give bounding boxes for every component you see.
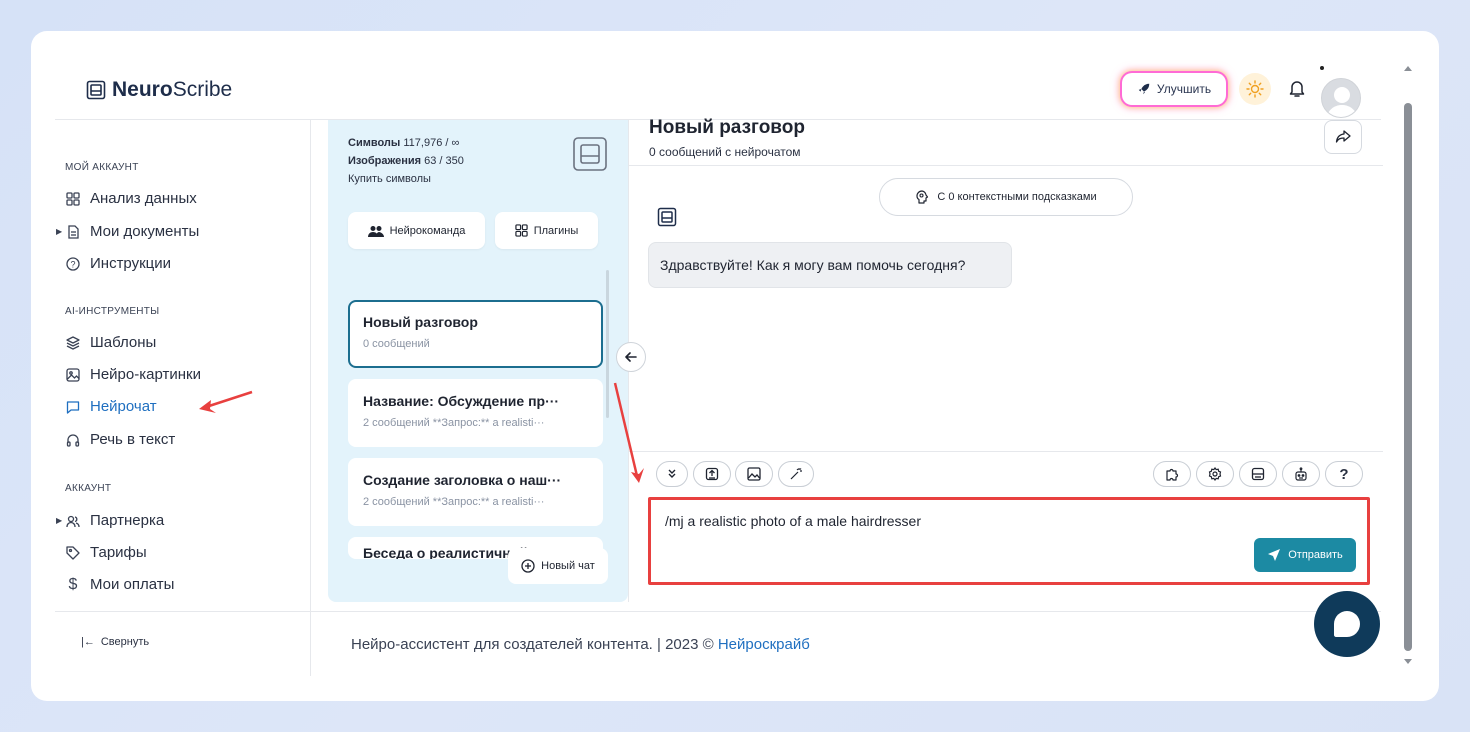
collapse-label: Свернуть <box>100 636 150 648</box>
plugins-label: Плагины <box>533 224 579 237</box>
chat-item-sub: 2 сообщений **Запрос:** a realisti··· <box>363 496 545 508</box>
send-icon <box>1268 549 1281 561</box>
rocket-icon <box>1138 83 1150 95</box>
buy-symbols-link[interactable]: Купить символы <box>348 170 464 188</box>
chat-title: Новый разговор <box>649 117 805 138</box>
chat-list-scrollbar[interactable] <box>606 270 609 418</box>
context-hints-label: С 0 контекстными подсказками <box>937 191 1097 203</box>
team-icon <box>367 225 384 237</box>
collapse-icon: |← <box>81 636 95 648</box>
avatar[interactable] <box>1321 78 1361 118</box>
chat-list-item[interactable]: Создание заголовка о наш··· 2 сообщений … <box>348 458 603 526</box>
footer-text: Нейро-ассистент для создателей контента.… <box>351 636 810 653</box>
puzzle-icon <box>1166 468 1179 481</box>
chat-item-sub: 0 сообщений <box>363 338 430 350</box>
new-chat-label: Новый чат <box>541 560 595 572</box>
footer-link[interactable]: Нейроскрайб <box>718 636 810 653</box>
chat-subtitle: 0 сообщений с нейрочатом <box>649 145 801 159</box>
image-button[interactable] <box>735 461 773 487</box>
brand-bold: Neuro <box>112 78 173 101</box>
usage-stats: Символы 117,976 / ∞ Изображения 63 / 350… <box>348 134 464 188</box>
magic-wand-button[interactable] <box>778 461 814 487</box>
message-input[interactable]: /mj a realistic photo of a male hairdres… <box>665 513 921 529</box>
scroll-down-button[interactable] <box>656 461 688 487</box>
layout-icon <box>1251 467 1265 481</box>
chat-list-panel: Символы 117,976 / ∞ Изображения 63 / 350… <box>328 120 628 602</box>
layout-button[interactable] <box>1239 461 1277 487</box>
arrow-left-icon <box>625 352 637 362</box>
scroll-up-arrow[interactable] <box>1404 66 1412 71</box>
robot-icon <box>1295 467 1307 481</box>
plugins-grid-icon <box>515 224 528 237</box>
assistant-message: Здравствуйте! Как я могу вам помочь сего… <box>648 242 1012 288</box>
sidebar <box>55 120 311 676</box>
brain-icon <box>916 190 929 204</box>
double-chevron-down-icon <box>668 469 676 478</box>
help-button[interactable]: ? <box>1325 461 1363 487</box>
symbols-value: 117,976 / ∞ <box>403 137 460 149</box>
plus-circle-icon <box>521 559 535 573</box>
symbols-label: Символы <box>348 137 401 149</box>
toolbar-divider <box>628 451 1383 452</box>
brand-rest: Scribe <box>172 78 233 101</box>
upload-button[interactable] <box>693 461 731 487</box>
page-scrollbar-thumb[interactable] <box>1404 103 1412 651</box>
chat-header-divider <box>628 165 1383 166</box>
footer-divider <box>311 611 1381 612</box>
bell-icon[interactable] <box>1286 77 1308 99</box>
footer-copyright: Нейро-ассистент для создателей контента.… <box>351 636 718 653</box>
image-icon <box>747 467 761 481</box>
panel-logo-icon <box>573 137 607 171</box>
bot-button[interactable] <box>1282 461 1320 487</box>
collapse-chat-list-button[interactable] <box>616 342 646 372</box>
logo-icon <box>86 80 106 100</box>
context-hints-button[interactable]: С 0 контекстными подсказками <box>879 178 1133 216</box>
new-chat-button[interactable]: Новый чат <box>508 548 608 584</box>
share-button[interactable] <box>1324 120 1362 154</box>
chat-item-title: Создание заголовка о наш··· <box>363 472 562 488</box>
user-avatar-icon <box>1326 87 1358 117</box>
support-chat-button[interactable] <box>1314 591 1380 657</box>
sidebar-divider <box>55 611 311 612</box>
chat-item-sub: 2 сообщений **Запрос:** a realisti··· <box>363 417 545 429</box>
neuroteam-button[interactable]: Нейрокоманда <box>348 212 485 249</box>
app-window: NeuroScribe Улучшить МОЙ АККАУНТ Анализ … <box>31 31 1439 701</box>
sun-icon <box>1246 80 1264 98</box>
chat-item-title: Название: Обсуждение пр··· <box>363 393 560 409</box>
send-label: Отправить <box>1288 549 1343 561</box>
images-label: Изображения <box>348 155 422 167</box>
chat-bubble-icon <box>1334 611 1360 637</box>
scroll-down-arrow[interactable] <box>1404 659 1412 664</box>
brand-logo[interactable]: NeuroScribe <box>86 78 232 102</box>
collapse-sidebar-button[interactable]: |← Свернуть <box>81 636 149 648</box>
plugin-button[interactable] <box>1153 461 1191 487</box>
message-input-box[interactable]: /mj a realistic photo of a male hairdres… <box>648 497 1370 585</box>
share-icon <box>1335 130 1351 143</box>
question-icon: ? <box>1339 465 1349 483</box>
bot-logo-icon <box>657 207 677 227</box>
upload-icon <box>705 467 719 481</box>
upgrade-button[interactable]: Улучшить <box>1122 73 1226 105</box>
send-button[interactable]: Отправить <box>1254 538 1356 572</box>
upgrade-label: Улучшить <box>1156 82 1212 96</box>
chat-list-item-active[interactable]: Новый разговор 0 сообщений <box>348 300 603 368</box>
images-value: 63 / 350 <box>424 155 464 167</box>
gear-icon <box>1208 467 1222 481</box>
plugins-button[interactable]: Плагины <box>495 212 598 249</box>
menu-dot <box>1320 66 1324 70</box>
theme-toggle-button[interactable] <box>1239 73 1271 105</box>
neuroteam-label: Нейрокоманда <box>389 224 466 237</box>
chat-list-item[interactable]: Название: Обсуждение пр··· 2 сообщений *… <box>348 379 603 447</box>
chat-item-title: Новый разговор <box>363 314 478 330</box>
magic-wand-icon <box>790 468 802 480</box>
settings-button[interactable] <box>1196 461 1234 487</box>
